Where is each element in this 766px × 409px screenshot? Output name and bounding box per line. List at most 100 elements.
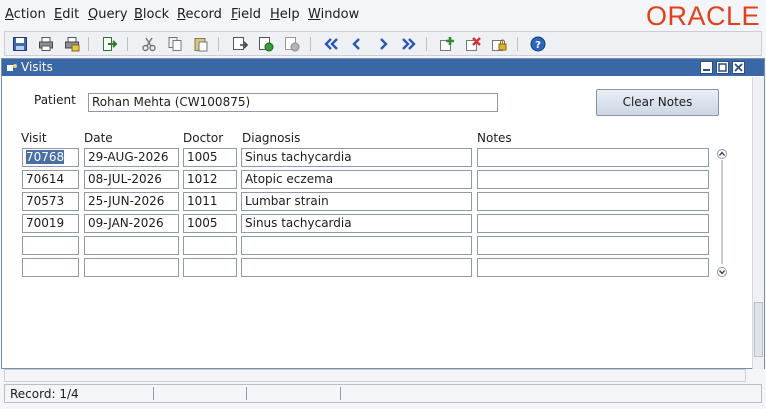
window-scroll-thumb[interactable]: [754, 302, 763, 357]
oracle-logo: ORACLE: [645, 1, 760, 31]
save-icon[interactable]: [12, 36, 28, 52]
doctor-cell[interactable]: [183, 236, 237, 255]
date-cell[interactable]: 08-JUL-2026: [84, 170, 179, 189]
horizontal-scrollbar[interactable]: [4, 369, 746, 382]
date-cell[interactable]: [84, 236, 179, 255]
print-icon[interactable]: [38, 36, 54, 52]
insert-record-icon[interactable]: [439, 36, 455, 52]
copy-icon[interactable]: [167, 36, 183, 52]
window-title: Visits: [21, 60, 53, 74]
diagnosis-cell[interactable]: Sinus tachycardia: [241, 214, 472, 233]
print-setup-icon[interactable]: [64, 36, 80, 52]
scroll-down-icon[interactable]: [717, 266, 727, 277]
notes-cell[interactable]: [477, 214, 709, 233]
doctor-cell[interactable]: 1012: [183, 170, 237, 189]
date-cell[interactable]: 29-AUG-2026: [84, 148, 179, 167]
menu-query[interactable]: Query: [88, 7, 128, 22]
notes-cell[interactable]: [477, 170, 709, 189]
menu-help-rest: elp: [279, 7, 300, 22]
toolbar-separator: [127, 37, 128, 51]
record-status: Record: 1/4: [10, 387, 79, 401]
visit-cell[interactable]: 70768: [22, 148, 79, 167]
menu-field[interactable]: Field: [231, 7, 261, 22]
menu-query-mnemonic: Q: [88, 7, 99, 22]
lock-record-icon[interactable]: [491, 36, 507, 52]
doctor-cell[interactable]: 1005: [183, 214, 237, 233]
notes-cell[interactable]: [477, 258, 709, 277]
menu-window-mnemonic: W: [308, 7, 321, 22]
toolbar: ?: [4, 31, 762, 56]
menu-bar: Action Edit Query Block Record Field Hel…: [0, 0, 766, 31]
menu-edit-rest: dit: [62, 7, 80, 22]
help-icon[interactable]: ?: [530, 36, 546, 52]
status-separator: [153, 387, 154, 400]
toolbar-separator: [88, 37, 89, 51]
date-cell[interactable]: [84, 258, 179, 277]
doctor-cell[interactable]: 1005: [183, 148, 237, 167]
notes-cell[interactable]: [477, 236, 709, 255]
menu-window[interactable]: Window: [308, 7, 359, 22]
patient-label: Patient: [34, 93, 76, 107]
menu-block-mnemonic: B: [134, 7, 143, 22]
scroll-track[interactable]: [721, 160, 723, 264]
toolbar-separator: [310, 37, 311, 51]
visit-cell[interactable]: 70573: [22, 192, 79, 211]
status-bar: Record: 1/4: [4, 384, 762, 403]
notes-header: Notes: [477, 131, 512, 145]
menu-block-rest: lock: [142, 7, 170, 22]
menu-help[interactable]: Help: [270, 7, 300, 22]
date-header: Date: [84, 131, 113, 145]
doctor-cell[interactable]: [183, 258, 237, 277]
menu-window-rest: indow: [320, 7, 360, 22]
last-record-icon[interactable]: [401, 36, 417, 52]
menu-action[interactable]: Action: [5, 7, 46, 22]
visit-cell[interactable]: [22, 258, 79, 277]
diagnosis-cell[interactable]: [241, 236, 472, 255]
scroll-up-icon[interactable]: [717, 148, 727, 159]
visits-window: Visits Patient Rohan Mehta (CW100875) Cl…: [1, 58, 765, 369]
menu-help-mnemonic: H: [270, 7, 280, 22]
next-record-icon[interactable]: [375, 36, 391, 52]
status-separator: [340, 387, 341, 400]
date-cell[interactable]: 09-JAN-2026: [84, 214, 179, 233]
visit-cell[interactable]: 70614: [22, 170, 79, 189]
window-scrollbar[interactable]: [752, 77, 764, 369]
diagnosis-header: Diagnosis: [242, 131, 301, 145]
toolbar-separator: [426, 37, 427, 51]
menu-block[interactable]: Block: [134, 7, 169, 22]
date-cell[interactable]: 25-JUN-2026: [84, 192, 179, 211]
execute-query-icon[interactable]: [258, 36, 274, 52]
delete-record-icon[interactable]: [465, 36, 481, 52]
cancel-query-icon[interactable]: [284, 36, 300, 52]
doctor-header: Doctor: [183, 131, 224, 145]
enter-query-icon[interactable]: [232, 36, 248, 52]
maximize-button[interactable]: [716, 61, 729, 74]
menu-record[interactable]: Record: [177, 7, 222, 22]
visit-cell[interactable]: 70019: [22, 214, 79, 233]
close-button[interactable]: [732, 61, 745, 74]
cut-icon[interactable]: [141, 36, 157, 52]
diagnosis-cell[interactable]: Atopic eczema: [241, 170, 472, 189]
menu-action-rest: ction: [13, 7, 46, 22]
visit-cell-text: 70768: [26, 150, 65, 164]
first-record-icon[interactable]: [323, 36, 339, 52]
visit-cell[interactable]: [22, 236, 79, 255]
previous-record-icon[interactable]: [349, 36, 365, 52]
paste-icon[interactable]: [193, 36, 209, 52]
diagnosis-cell[interactable]: Sinus tachycardia: [241, 148, 472, 167]
menu-query-rest: uery: [98, 7, 128, 22]
menu-edit-mnemonic: E: [54, 7, 63, 22]
patient-field[interactable]: Rohan Mehta (CW100875): [88, 93, 498, 112]
diagnosis-cell[interactable]: Lumbar strain: [241, 192, 472, 211]
records-scrollbar[interactable]: [716, 148, 728, 277]
window-icon: [6, 62, 18, 74]
window-titlebar: Visits: [2, 59, 764, 76]
exit-icon[interactable]: [102, 36, 118, 52]
notes-cell[interactable]: [477, 192, 709, 211]
doctor-cell[interactable]: 1011: [183, 192, 237, 211]
diagnosis-cell[interactable]: [241, 258, 472, 277]
menu-edit[interactable]: Edit: [54, 7, 79, 22]
clear-notes-button[interactable]: Clear Notes: [596, 89, 719, 116]
minimize-button[interactable]: [700, 61, 713, 74]
notes-cell[interactable]: [477, 148, 709, 167]
